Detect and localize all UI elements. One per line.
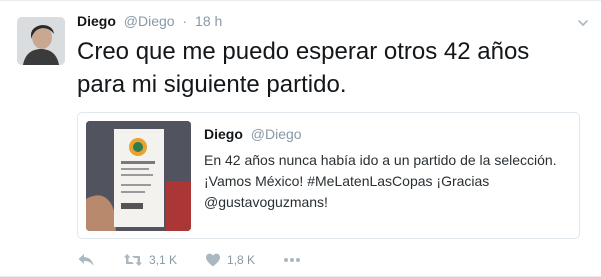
top-divider xyxy=(0,0,601,1)
header-separator: · xyxy=(182,13,188,29)
heart-icon xyxy=(206,253,221,267)
author-handle[interactable]: @Diego xyxy=(124,13,175,29)
avatar[interactable] xyxy=(17,17,65,65)
avatar-photo xyxy=(17,17,65,65)
tweet-actions: 3,1 K 1,8 K xyxy=(77,249,329,271)
quoted-tweet[interactable]: Diego @Diego En 42 años nunca había ido … xyxy=(77,112,580,239)
reply-icon xyxy=(78,254,94,266)
more-button[interactable] xyxy=(283,252,301,268)
chevron-down-icon[interactable] xyxy=(577,16,589,28)
retweet-button[interactable]: 3,1 K xyxy=(123,252,177,268)
tweet-timestamp[interactable]: 18 h xyxy=(195,13,222,29)
tweet-header: Diego @Diego · 18 h xyxy=(77,13,222,29)
quoted-author-handle[interactable]: @Diego xyxy=(251,126,302,142)
reply-button[interactable] xyxy=(77,252,95,268)
quoted-tweet-header: Diego @Diego xyxy=(204,126,302,142)
tweet-text: Creo que me puedo esperar otros 42 años … xyxy=(77,38,530,98)
more-icon xyxy=(284,258,301,262)
quoted-author-name[interactable]: Diego xyxy=(204,126,243,142)
retweet-count: 3,1 K xyxy=(149,253,178,267)
retweet-icon xyxy=(124,254,142,266)
like-count: 1,8 K xyxy=(227,253,256,267)
author-name[interactable]: Diego xyxy=(77,13,116,29)
quoted-tweet-text: En 42 años nunca había ido a un partido … xyxy=(204,152,557,210)
quoted-tweet-image[interactable] xyxy=(86,121,191,231)
like-button[interactable]: 1,8 K xyxy=(205,252,255,268)
